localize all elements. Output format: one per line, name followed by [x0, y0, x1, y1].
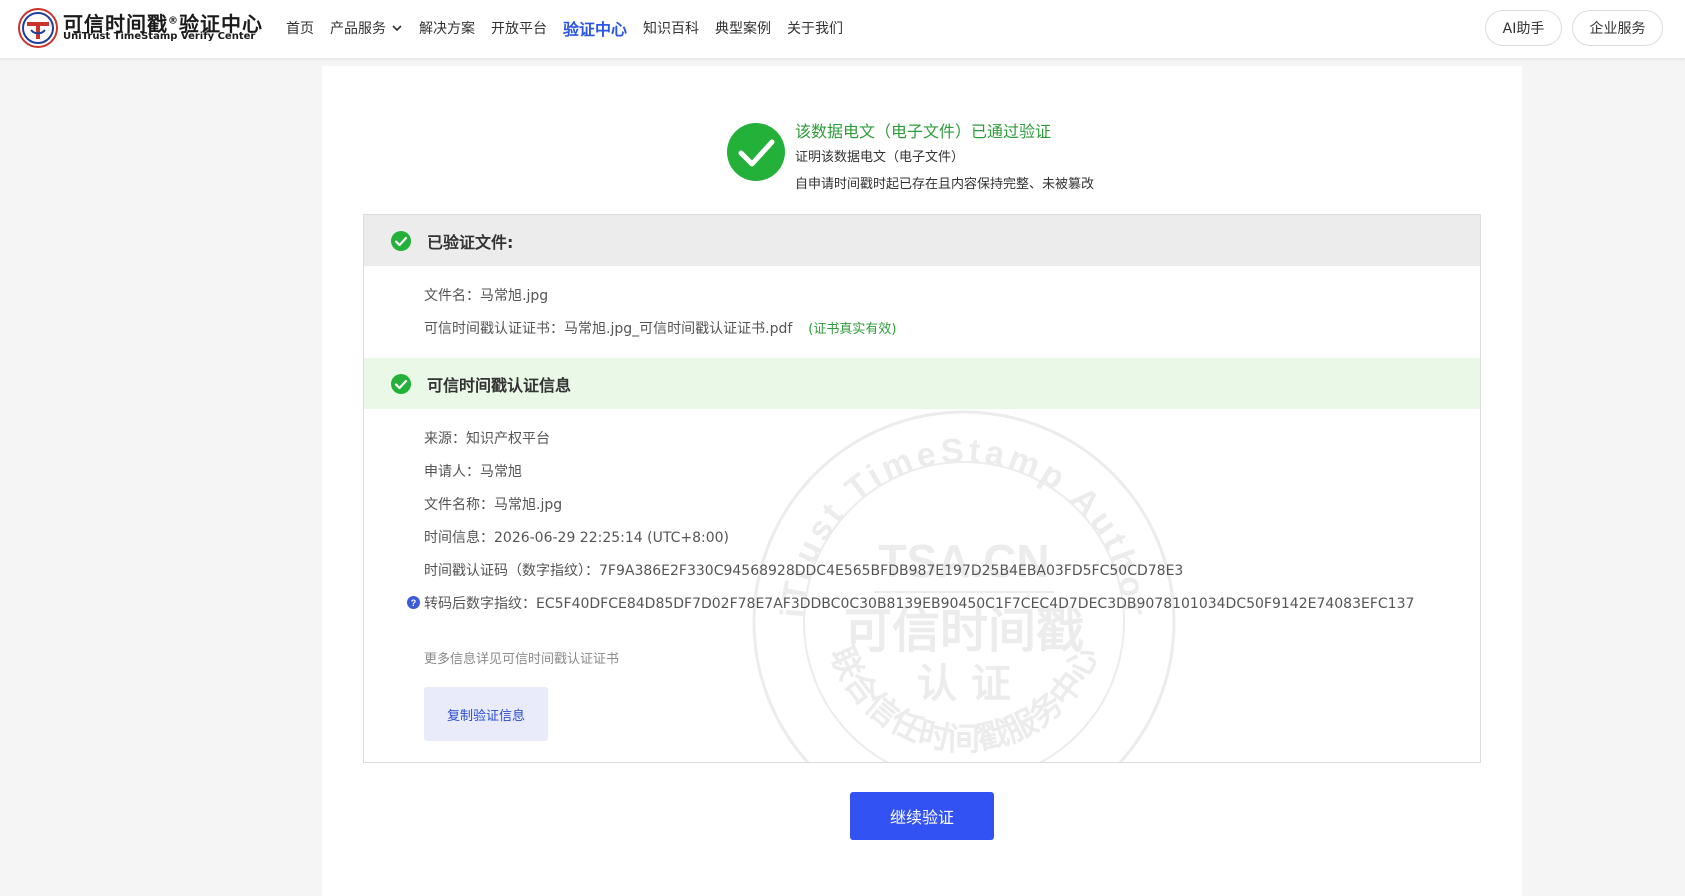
converted-fingerprint-row: 转码后数字指纹：EC5F40DFCE84D85DF7D02F78E7AF3DDB…: [424, 596, 1415, 612]
verified-file-header: 已验证文件:: [364, 215, 1480, 266]
nav-open-platform[interactable]: 开放平台: [491, 18, 547, 38]
nav-products[interactable]: 产品服务: [330, 18, 403, 38]
brand-subtitle: UniTrust TimeStamp Verify Center: [63, 31, 256, 42]
top-navbar: 可信时间戳®验证中心 UniTrust TimeStamp Verify Cen…: [0, 0, 1685, 59]
verified-file-title: 已验证文件:: [427, 232, 514, 252]
time-info-row: 时间信息：2026-06-29 22:25:14 (UTC+8:00): [424, 530, 729, 546]
copy-verify-info-button[interactable]: 复制验证信息: [424, 687, 548, 741]
result-desc-2: 自申请时间戳时起已存在且内容保持完整、未被篡改: [795, 177, 1095, 192]
result-desc-1: 证明该数据电文（电子文件）: [795, 150, 965, 165]
certificate-valid-badge: (证书真实有效): [808, 322, 897, 337]
check-circle-icon: [391, 373, 411, 394]
auth-info-header: 可信时间戳认证信息: [364, 358, 1480, 409]
chevron-down-icon: [392, 25, 402, 32]
tsa-seal-watermark: UniTrust TimeStamp Authority TSA.CN 可信时间…: [749, 407, 1176, 762]
main-nav: 首页 产品服务 解决方案 开放平台 验证中心 知识百科 典型案例 关于我们: [286, 0, 859, 56]
continue-verify-button[interactable]: 继续验证: [850, 792, 994, 840]
ai-assistant-button[interactable]: AI助手: [1485, 10, 1562, 46]
applicant-row: 申请人：马常旭: [424, 464, 522, 480]
file-name-row: 文件名：马常旭.jpg: [424, 288, 549, 304]
svg-text:UniTrust TimeStamp Authority: UniTrust TimeStamp Authority: [749, 407, 1154, 620]
unitrust-logo[interactable]: [18, 8, 58, 48]
certificate-row: 可信时间戳认证证书：马常旭.jpg_可信时间戳认证证书.pdf (证书真实有效): [424, 321, 897, 337]
nav-cases[interactable]: 典型案例: [715, 18, 771, 38]
nav-knowledge[interactable]: 知识百科: [643, 18, 699, 38]
success-check-icon: [727, 123, 785, 181]
auth-info-title: 可信时间戳认证信息: [427, 375, 572, 395]
nav-solutions[interactable]: 解决方案: [419, 18, 475, 38]
verify-result-card: 该数据电文（电子文件）已通过验证 证明该数据电文（电子文件） 自申请时间戳时起已…: [322, 66, 1522, 896]
help-icon[interactable]: ?: [407, 596, 420, 609]
nav-verify-center[interactable]: 验证中心: [563, 16, 627, 40]
svg-text:联合信任时间戳服务中心: 联合信任时间戳服务中心: [823, 641, 1106, 758]
result-title: 该数据电文（电子文件）已通过验证: [795, 122, 1052, 141]
nav-home[interactable]: 首页: [286, 18, 314, 38]
auth-filename-row: 文件名称：马常旭.jpg: [424, 497, 563, 513]
more-info-note: 更多信息详见可信时间戳认证证书: [424, 652, 620, 667]
verify-detail-panel: UniTrust TimeStamp Authority TSA.CN 可信时间…: [363, 214, 1481, 763]
svg-text:?: ?: [411, 598, 417, 608]
nav-about[interactable]: 关于我们: [787, 18, 843, 38]
check-circle-icon: [391, 230, 411, 251]
enterprise-service-button[interactable]: 企业服务: [1572, 10, 1663, 46]
timestamp-code-row: 时间戳认证码（数字指纹）：7F9A386E2F330C94568928DDC4E…: [424, 563, 1184, 579]
svg-text:认 证: 认 证: [917, 661, 1011, 707]
source-row: 来源：知识产权平台: [424, 431, 550, 447]
certificate-file-link[interactable]: 马常旭.jpg_可信时间戳认证证书.pdf: [564, 321, 792, 337]
